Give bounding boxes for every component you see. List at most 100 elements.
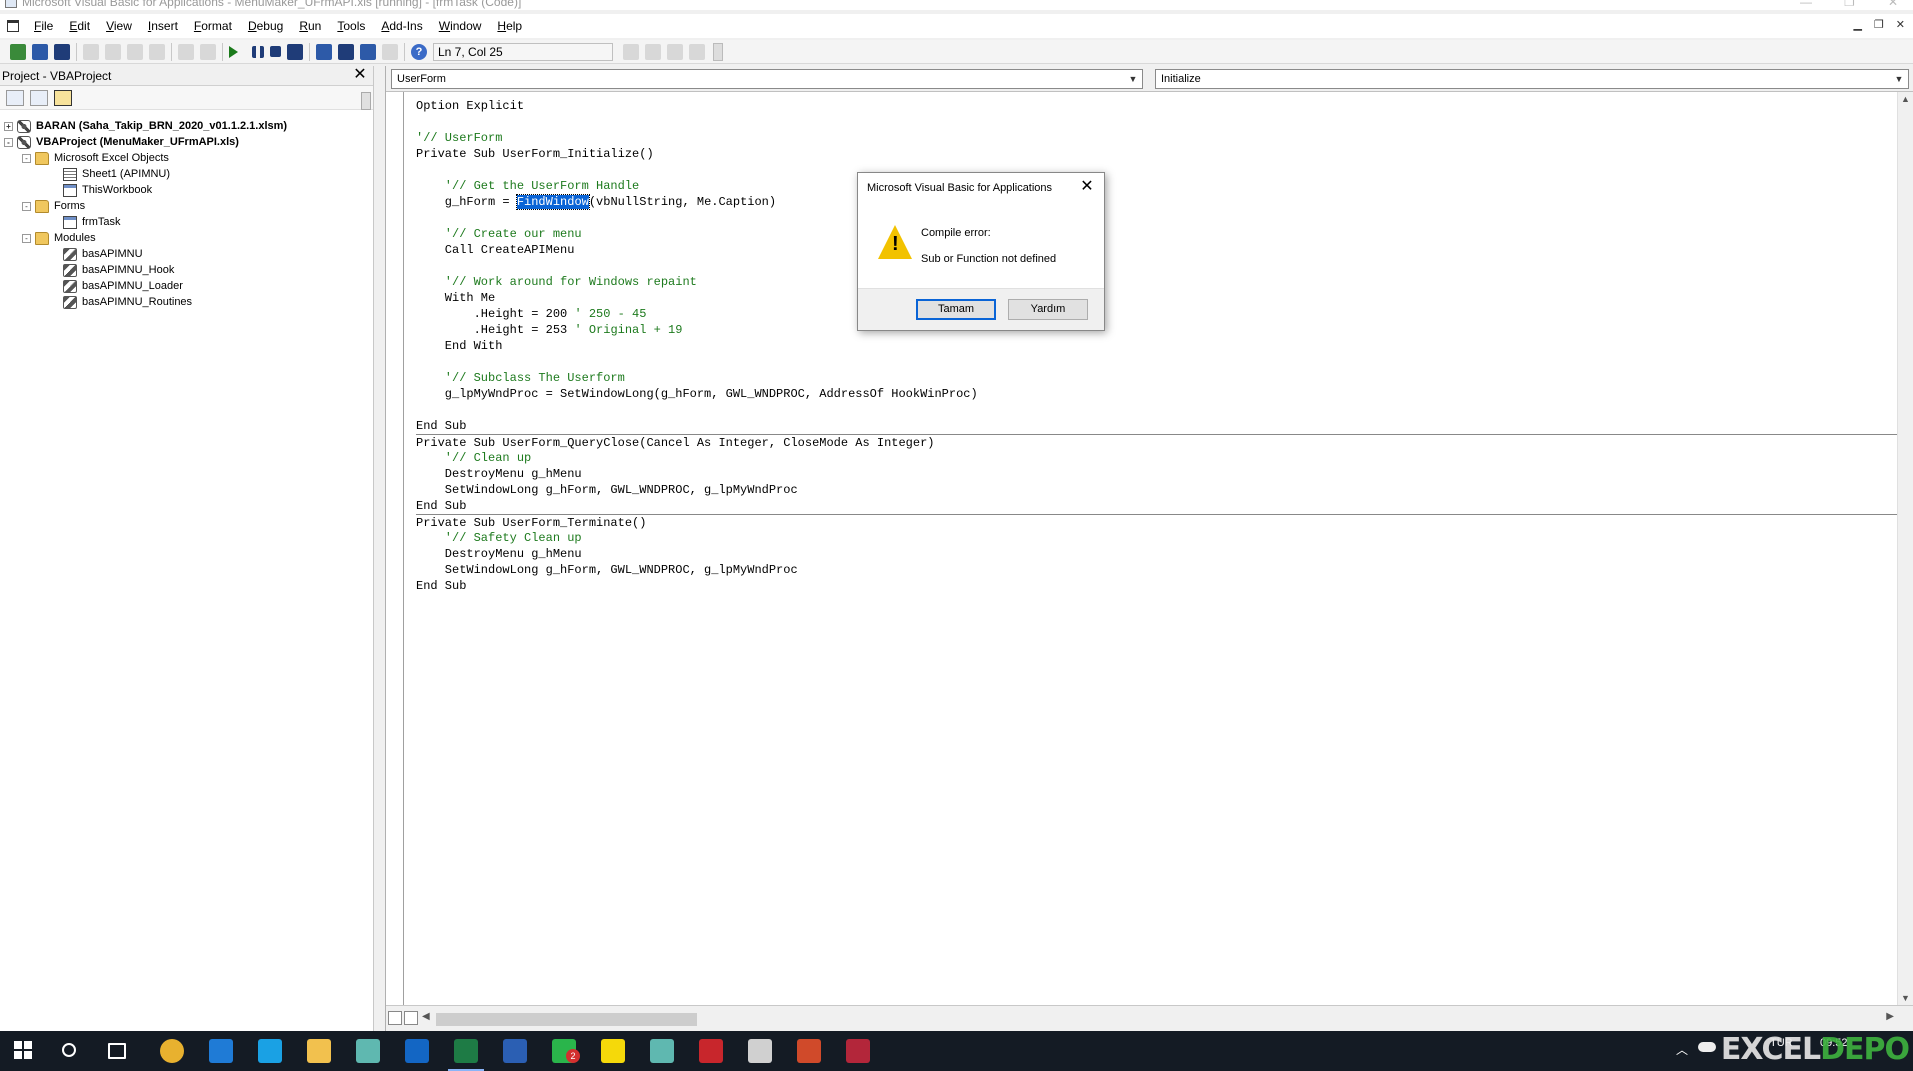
undo-icon[interactable] <box>178 43 194 60</box>
toggle-folders-icon[interactable] <box>54 89 72 106</box>
collapse-icon[interactable]: - <box>22 233 31 243</box>
indent-icon[interactable] <box>623 43 639 60</box>
toolbox-icon[interactable] <box>382 43 398 60</box>
menu-tools[interactable]: Tools <box>329 14 373 38</box>
design-mode-icon[interactable] <box>287 43 303 60</box>
code-line[interactable]: '// Subclass The Userform <box>416 370 1898 386</box>
help-button[interactable]: Yardım <box>1008 299 1088 320</box>
mdi-restore-icon[interactable]: ❐ <box>1874 18 1884 31</box>
insert-userform-icon[interactable] <box>32 43 48 60</box>
code-lines[interactable]: Option Explicit '// UserForm Private Sub U… <box>416 98 1898 594</box>
tree-item[interactable]: + BARAN (Saha_Takip_BRN_2020_v01.1.2.1.xl… <box>4 118 359 134</box>
app-icon[interactable] <box>356 1039 380 1063</box>
horizontal-scrollbar[interactable]: ◀ ▶ <box>386 1005 1913 1031</box>
code-line[interactable]: Option Explicit <box>416 98 1898 114</box>
code-line[interactable] <box>416 258 1898 274</box>
collapse-icon[interactable]: - <box>22 201 31 211</box>
code-margin[interactable] <box>386 92 404 1005</box>
close-icon[interactable]: ✕ <box>1888 0 1898 9</box>
run-icon[interactable] <box>229 45 238 58</box>
code-line[interactable]: '// Create our menu <box>416 226 1898 242</box>
access-icon[interactable] <box>846 1039 870 1063</box>
code-line[interactable]: .Height = 253 ' Original + 19 <box>416 322 1898 338</box>
tree-item[interactable]: Sheet1 (APIMNU) <box>4 166 359 182</box>
code-line[interactable]: Private Sub UserForm_Terminate() <box>416 514 1898 530</box>
excel-icon[interactable] <box>448 1039 484 1071</box>
save-icon[interactable] <box>54 43 70 60</box>
file-explorer-icon[interactable] <box>307 1039 331 1063</box>
code-line[interactable]: DestroyMenu g_hMenu <box>416 546 1898 562</box>
menu-window[interactable]: Window <box>431 14 490 38</box>
object-dropdown[interactable]: UserForm ▼ <box>391 69 1143 89</box>
collapse-icon[interactable]: - <box>4 137 13 147</box>
view-object-icon[interactable] <box>30 89 48 106</box>
scroll-thumb[interactable] <box>436 1013 697 1026</box>
properties-window-icon[interactable] <box>338 43 354 60</box>
paste-icon[interactable] <box>127 43 143 60</box>
tree-item[interactable]: - Modules <box>4 230 359 246</box>
chevron-up-icon[interactable]: ︿ <box>1676 1044 1688 1056</box>
outdent-icon[interactable] <box>645 43 661 60</box>
scroll-right-icon[interactable]: ▶ <box>1886 1011 1894 1022</box>
scroll-down-icon[interactable] <box>361 92 371 110</box>
code-line[interactable]: '// UserForm <box>416 130 1898 146</box>
expand-icon[interactable]: + <box>4 121 13 131</box>
find-icon[interactable] <box>149 43 165 60</box>
outlook-icon[interactable] <box>405 1039 429 1063</box>
tree-item[interactable]: basAPIMNU_Loader <box>4 278 359 294</box>
skype-icon[interactable] <box>258 1039 282 1063</box>
tree-item[interactable]: basAPIMNU <box>4 246 359 262</box>
code-line[interactable]: '// Clean up <box>416 450 1898 466</box>
close-icon[interactable]: ✕ <box>351 66 369 84</box>
uncomment-block-icon[interactable] <box>689 43 705 60</box>
object-browser-icon[interactable] <box>360 43 376 60</box>
code-line[interactable] <box>416 402 1898 418</box>
mdi-minimize-icon[interactable]: ▁ <box>1853 18 1861 31</box>
error-highlight[interactable]: FindWindow <box>515 194 590 210</box>
code-line[interactable] <box>416 114 1898 130</box>
code-line[interactable]: Private Sub UserForm_QueryClose(Cancel A… <box>416 434 1898 450</box>
code-editor[interactable]: Option Explicit '// UserForm Private Sub U… <box>386 92 1898 1005</box>
chevron-down-icon[interactable]: ▼ <box>1124 70 1142 88</box>
full-module-view-icon[interactable] <box>404 1011 418 1025</box>
code-window-icon[interactable] <box>0 14 26 38</box>
help-icon[interactable]: ? <box>411 43 427 60</box>
reset-icon[interactable] <box>270 46 281 57</box>
code-line[interactable] <box>416 210 1898 226</box>
powerpoint-icon[interactable] <box>797 1039 821 1063</box>
tree-item[interactable]: - Microsoft Excel Objects <box>4 150 359 166</box>
sticky-notes-icon[interactable] <box>601 1039 625 1063</box>
mdi-close-icon[interactable]: ✕ <box>1896 18 1905 31</box>
scroll-left-icon[interactable]: ◀ <box>422 1011 430 1022</box>
download-icon[interactable] <box>699 1039 723 1063</box>
vertical-scrollbar[interactable]: ▲ ▼ <box>1897 92 1913 1005</box>
tree-item[interactable]: frmTask <box>4 214 359 230</box>
menu-add-ins[interactable]: Add-Ins <box>373 14 430 38</box>
menu-file[interactable]: File <box>26 14 61 38</box>
code-line[interactable]: End Sub <box>416 418 1898 434</box>
copy-icon[interactable] <box>105 43 121 60</box>
scroll-up-icon[interactable]: ▲ <box>1901 94 1910 104</box>
code-line[interactable]: Call CreateAPIMenu <box>416 242 1898 258</box>
app-icon[interactable] <box>650 1039 674 1063</box>
comment-block-icon[interactable] <box>667 43 683 60</box>
edge-icon[interactable] <box>209 1039 233 1063</box>
code-line[interactable] <box>416 162 1898 178</box>
restore-icon[interactable]: ❐ <box>1844 0 1855 9</box>
collapse-icon[interactable]: - <box>22 153 31 163</box>
scroll-down-icon[interactable]: ▼ <box>1901 993 1910 1003</box>
code-line[interactable] <box>416 354 1898 370</box>
code-line[interactable]: End With <box>416 338 1898 354</box>
tree-item[interactable]: basAPIMNU_Routines <box>4 294 359 310</box>
code-line[interactable]: With Me <box>416 290 1898 306</box>
code-line[interactable]: '// Get the UserForm Handle <box>416 178 1898 194</box>
minimize-icon[interactable]: — <box>1800 0 1812 9</box>
menu-help[interactable]: Help <box>489 14 530 38</box>
code-line[interactable]: g_hForm = FindWindow(vbNullString, Me.Ca… <box>416 194 1898 210</box>
code-line[interactable]: .Height = 200 ' 250 - 45 <box>416 306 1898 322</box>
word-icon[interactable] <box>503 1039 527 1063</box>
redo-icon[interactable] <box>200 43 216 60</box>
ok-button[interactable]: Tamam <box>916 299 996 320</box>
code-line[interactable]: End Sub <box>416 578 1898 594</box>
tree-item[interactable]: ThisWorkbook <box>4 182 359 198</box>
